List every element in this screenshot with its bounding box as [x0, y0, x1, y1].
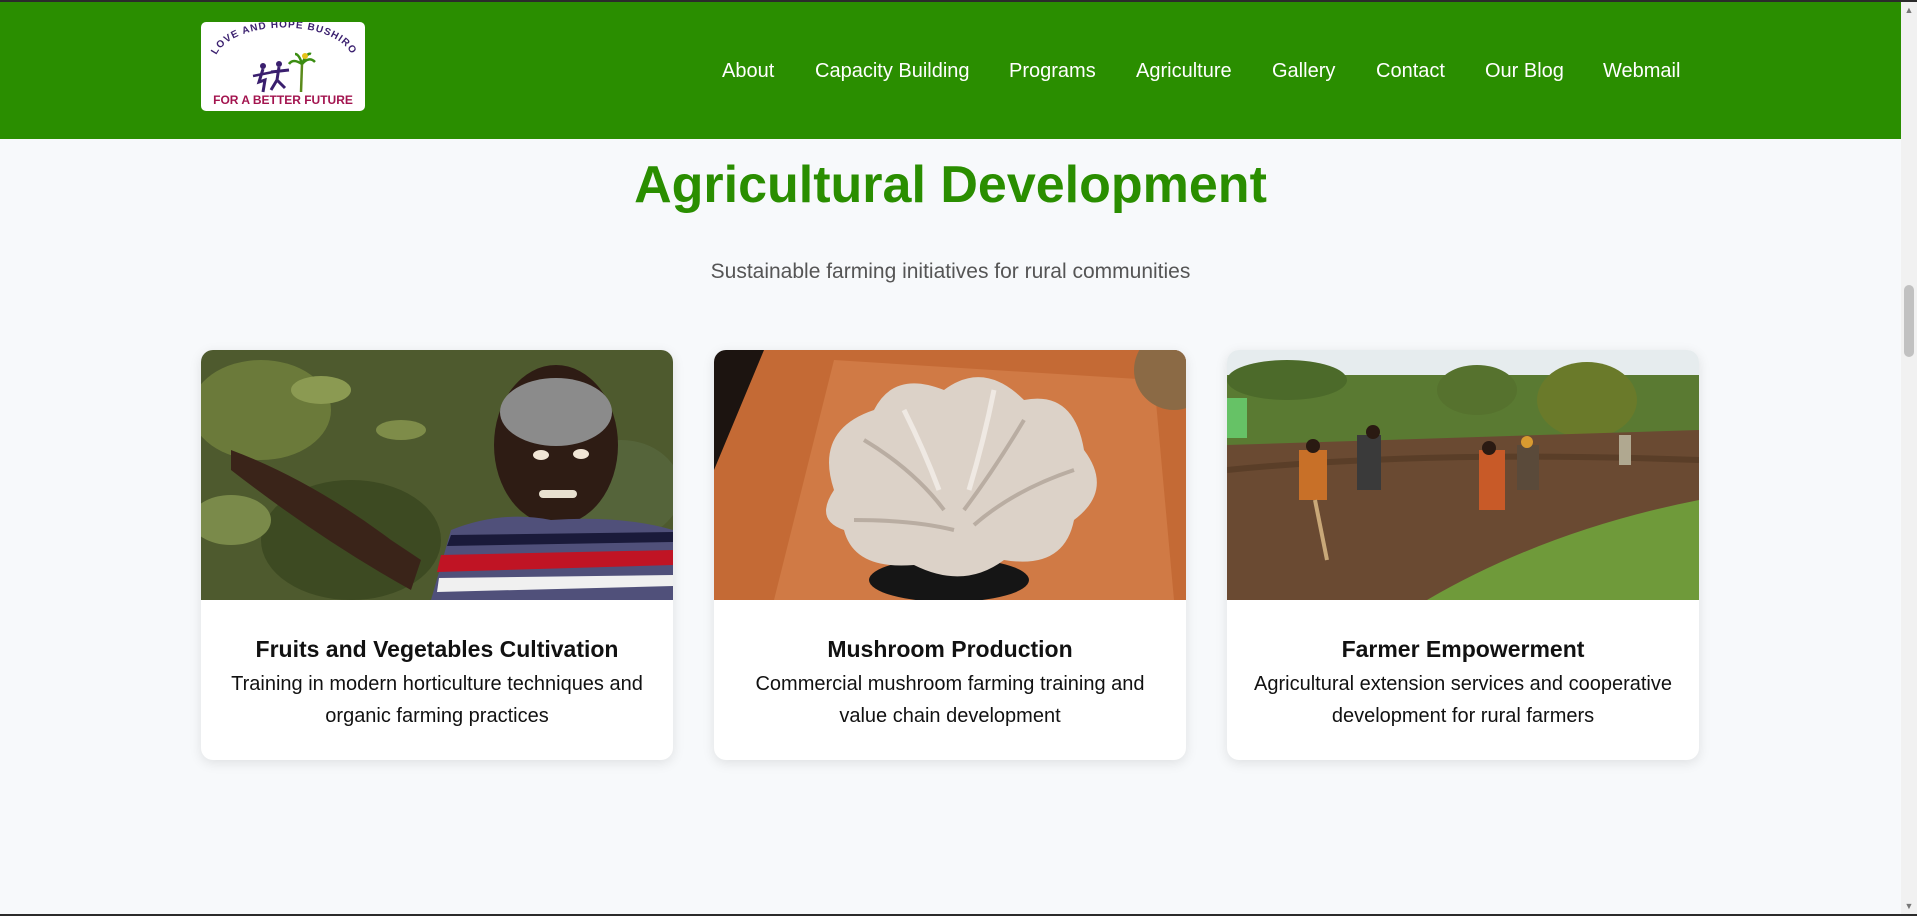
card-title: Fruits and Vegetables Cultivation [255, 636, 619, 662]
card-title: Farmer Empowerment [1341, 636, 1585, 662]
scroll-thumb[interactable] [1904, 285, 1914, 357]
nav-programs[interactable]: Programs [1009, 59, 1096, 83]
card-mushroom-production[interactable]: Mushroom Production Commercial mushroom … [714, 350, 1186, 760]
card-image-fruits-vegetables [201, 350, 673, 600]
svg-text:LOVE AND HOPE BUSHIRO: LOVE AND HOPE BUSHIRO [209, 22, 358, 57]
nav-agriculture[interactable]: Agriculture [1136, 59, 1232, 83]
page-viewport: LOVE AND HOPE BUSHIRO FOR A BETTER FUTUR… [0, 2, 1901, 914]
nav-webmail[interactable]: Webmail [1603, 59, 1680, 83]
nav-capacity-building[interactable]: Capacity Building [815, 59, 970, 83]
card-image-mushroom-production [714, 350, 1186, 600]
nav-about[interactable]: About [722, 59, 774, 83]
svg-text:FOR A BETTER FUTURE: FOR A BETTER FUTURE [213, 93, 353, 107]
nav-our-blog[interactable]: Our Blog [1485, 59, 1564, 83]
vertical-scrollbar[interactable]: ▲ ▼ [1901, 2, 1917, 914]
card-description: Agricultural extension services and coop… [1254, 673, 1672, 727]
nav-gallery[interactable]: Gallery [1272, 59, 1335, 83]
card-fruits-vegetables[interactable]: Fruits and Vegetables Cultivation Traini… [201, 350, 673, 760]
nav-contact[interactable]: Contact [1376, 59, 1445, 83]
card-description: Commercial mushroom farming training and… [755, 673, 1145, 727]
card-description: Training in modern horticulture techniqu… [231, 673, 643, 727]
scroll-down-arrow-icon[interactable]: ▼ [1901, 898, 1917, 914]
scroll-up-arrow-icon[interactable]: ▲ [1901, 2, 1917, 18]
card-image-farmer-empowerment [1227, 350, 1699, 600]
card-title: Mushroom Production [827, 636, 1073, 662]
main-nav: About Capacity Building Programs Agricul… [0, 59, 1901, 83]
section-subtitle: Sustainable farming initiatives for rura… [710, 260, 1191, 283]
site-header: LOVE AND HOPE BUSHIRO FOR A BETTER FUTUR… [0, 2, 1901, 139]
section-title: Agricultural Development [634, 156, 1267, 214]
card-farmer-empowerment[interactable]: Farmer Empowerment Agricultural extensio… [1227, 350, 1699, 760]
